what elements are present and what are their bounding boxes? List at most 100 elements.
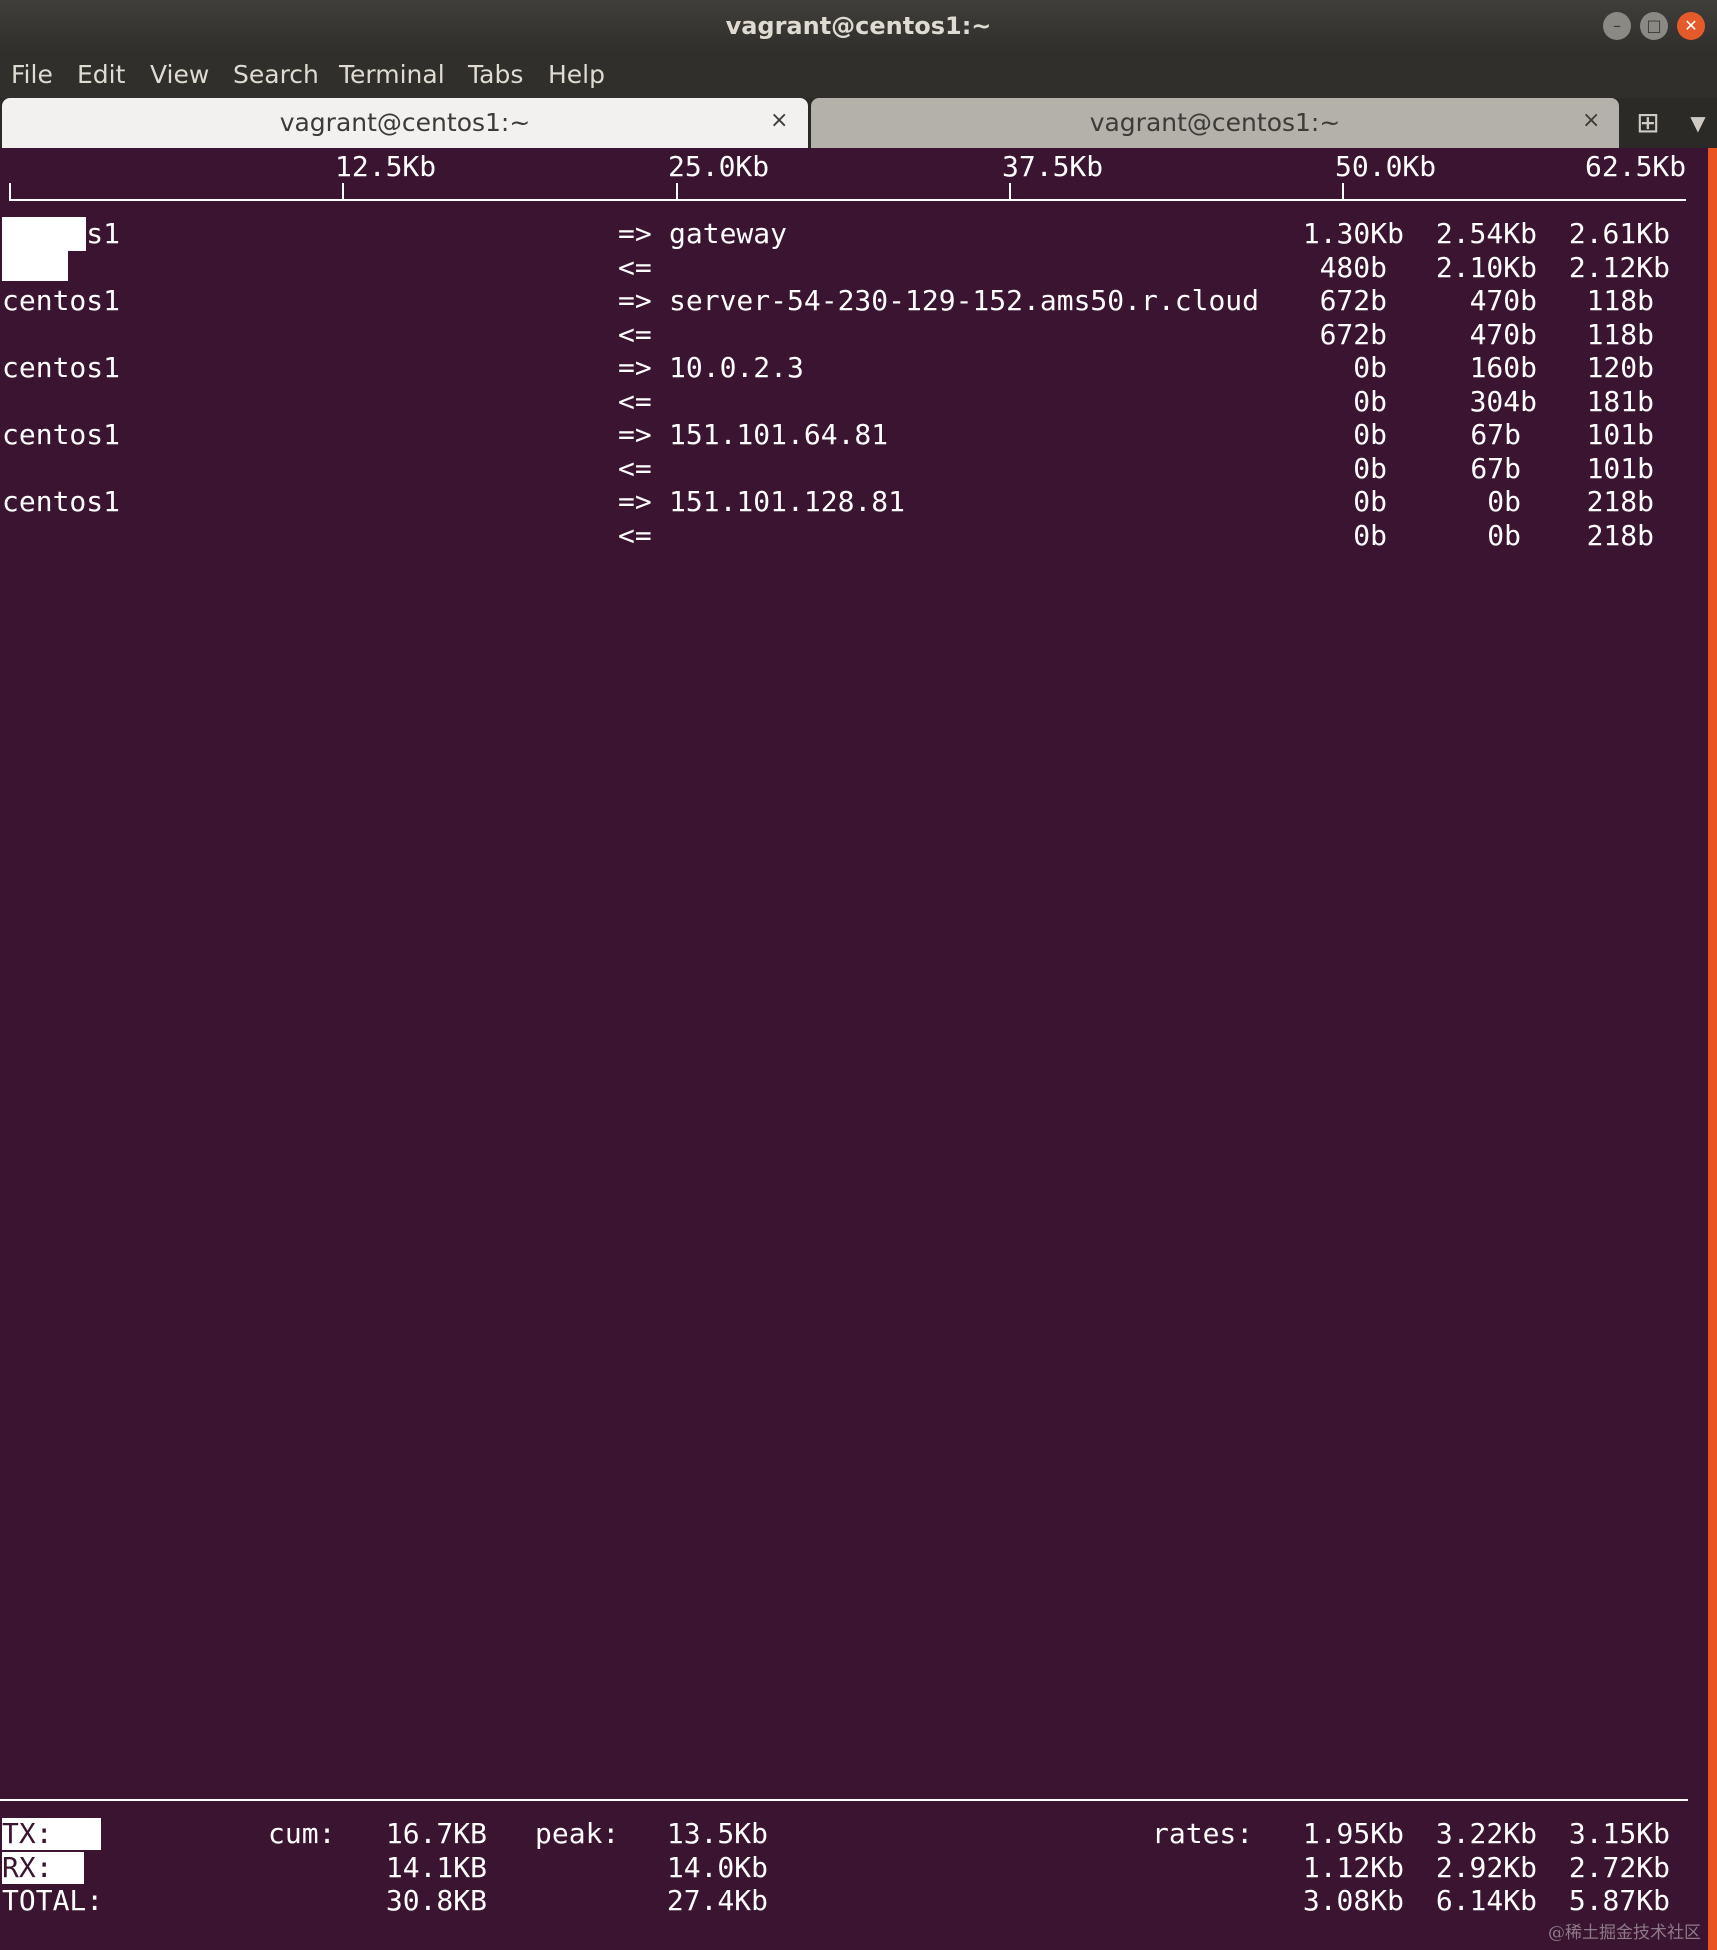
connection-host: centos1 (2, 284, 121, 317)
rate-value: 2.72Kb (1568, 1851, 1670, 1884)
rate-value: 0b (1353, 519, 1387, 552)
scale-label: 12.5Kb (335, 150, 437, 183)
total-label: TOTAL: (2, 1884, 104, 1917)
direction-arrow: => (618, 418, 652, 451)
scale-axis (9, 199, 1686, 201)
menu-bar: File Edit View Search Terminal Tabs Help (0, 52, 1717, 98)
rate-value: 470b (1469, 284, 1537, 317)
bandwidth-bar (2, 251, 68, 281)
rate-value: 218b (1586, 485, 1654, 518)
rate-value: 67b (1470, 452, 1521, 485)
rate-value: 3.08Kb (1302, 1884, 1404, 1917)
scale-tick (676, 183, 678, 199)
direction-arrow: <= (618, 251, 652, 284)
rates-label: rates: (1152, 1817, 1254, 1850)
tab-label: vagrant@centos1:~ (1089, 108, 1341, 137)
title-bar: vagrant@centos1:~ – □ ✕ (0, 0, 1717, 52)
rate-value: 67b (1470, 418, 1521, 451)
rx-label: RX: (2, 1851, 53, 1884)
scale-label: 62.5Kb (1585, 150, 1687, 183)
rate-value: 3.22Kb (1435, 1817, 1537, 1850)
connection-remote: 10.0.2.3 (669, 351, 804, 384)
scale-tick (342, 183, 344, 199)
peak-value: 27.4Kb (666, 1884, 768, 1917)
footer-divider (0, 1799, 1688, 1801)
rate-value: 218b (1586, 519, 1654, 552)
maximize-button[interactable]: □ (1640, 12, 1668, 40)
scale-label: 37.5Kb (1002, 150, 1104, 183)
tab-terminal-1[interactable]: vagrant@centos1:~ × (2, 98, 808, 148)
rate-value: 2.12Kb (1568, 251, 1670, 284)
menu-terminal[interactable]: Terminal (339, 60, 445, 89)
new-tab-icon[interactable]: ⊞ (1630, 106, 1666, 140)
minimize-button[interactable]: – (1603, 12, 1631, 40)
direction-arrow: <= (618, 318, 652, 351)
rate-value: 118b (1586, 318, 1654, 351)
connection-host: centos1 (2, 351, 121, 384)
connection-host: centos1 (2, 485, 121, 518)
peak-value: 14.0Kb (666, 1851, 768, 1884)
rate-value: 2.61Kb (1568, 217, 1670, 250)
direction-arrow: => (618, 351, 652, 384)
scrollbar[interactable] (1708, 148, 1717, 1950)
menu-search[interactable]: Search (233, 60, 319, 89)
menu-help[interactable]: Help (548, 60, 605, 89)
rate-value: 1.95Kb (1302, 1817, 1404, 1850)
scale-tick (1342, 183, 1344, 199)
scale-tick (9, 183, 11, 199)
rate-value: 1.12Kb (1302, 1851, 1404, 1884)
rate-value: 304b (1469, 385, 1537, 418)
rate-value: 2.10Kb (1435, 251, 1537, 284)
tab-bar: vagrant@centos1:~ × vagrant@centos1:~ × … (0, 98, 1717, 148)
rate-value: 480b (1319, 251, 1387, 284)
window-title: vagrant@centos1:~ (725, 12, 992, 40)
connection-host: centos1 (2, 418, 121, 451)
rate-value: 6.14Kb (1435, 1884, 1537, 1917)
watermark: @稀土掘金技术社区 (1548, 1923, 1701, 1943)
rate-value: 118b (1586, 284, 1654, 317)
cum-value: 16.7KB (385, 1817, 487, 1850)
rate-value: 0b (1487, 485, 1521, 518)
tab-terminal-2[interactable]: vagrant@centos1:~ × (811, 98, 1619, 148)
close-window-button[interactable]: ✕ (1677, 12, 1705, 40)
rate-value: 101b (1586, 452, 1654, 485)
rate-value: 470b (1469, 318, 1537, 351)
rate-value: 0b (1353, 452, 1387, 485)
scale-label: 50.0Kb (1335, 150, 1437, 183)
rate-value: 101b (1586, 418, 1654, 451)
rate-value: 120b (1586, 351, 1654, 384)
tx-label: TX: (2, 1817, 53, 1850)
cum-value: 30.8KB (385, 1884, 487, 1917)
menu-tabs[interactable]: Tabs (468, 60, 523, 89)
direction-arrow: <= (618, 519, 652, 552)
cum-value: 14.1KB (385, 1851, 487, 1884)
peak-value: 13.5Kb (666, 1817, 768, 1850)
rate-value: 672b (1319, 318, 1387, 351)
rate-value: 0b (1353, 351, 1387, 384)
chevron-down-icon[interactable]: ▼ (1684, 106, 1712, 140)
connection-remote: 151.101.64.81 (669, 418, 889, 451)
tab-close-icon[interactable]: × (1582, 108, 1600, 133)
connection-remote: 151.101.128.81 (669, 485, 906, 518)
direction-arrow: <= (618, 452, 652, 485)
rate-value: 1.30Kb (1302, 217, 1404, 250)
rate-value: 2.92Kb (1435, 1851, 1537, 1884)
tab-close-icon[interactable]: × (770, 108, 788, 133)
rate-value: 0b (1487, 519, 1521, 552)
tab-label: vagrant@centos1:~ (279, 108, 531, 137)
rate-value: 5.87Kb (1568, 1884, 1670, 1917)
direction-arrow: <= (618, 385, 652, 418)
scale-label: 25.0Kb (668, 150, 770, 183)
rate-value: 0b (1353, 485, 1387, 518)
menu-view[interactable]: View (150, 60, 209, 89)
connection-remote: gateway (669, 217, 788, 250)
menu-edit[interactable]: Edit (77, 60, 125, 89)
rate-value: 0b (1353, 385, 1387, 418)
connection-remote: server-54-230-129-152.ams50.r.cloud (669, 284, 1260, 317)
direction-arrow: => (618, 284, 652, 317)
scale-tick (1009, 183, 1011, 199)
direction-arrow: => (618, 217, 652, 250)
peak-label: peak: (535, 1817, 620, 1850)
menu-file[interactable]: File (11, 60, 53, 89)
cum-label: cum: (268, 1817, 336, 1850)
